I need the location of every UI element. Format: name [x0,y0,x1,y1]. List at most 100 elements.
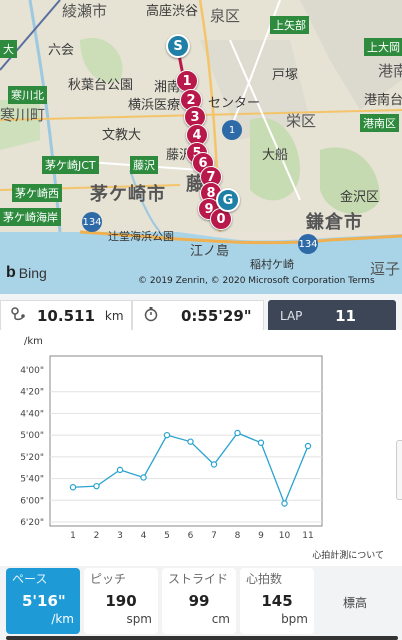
side-drawer-handle[interactable] [396,440,402,500]
pace-point [281,500,288,507]
y-tick-label: 5'40" [20,475,44,485]
route-map[interactable]: 綾瀬市 高座渋谷 泉区 上矢部 大 六会 戸塚 上大岡 港南 寒川北 秋葉台公園… [0,0,402,294]
y-tick-label: 4'00" [20,366,44,376]
pace-point [210,461,218,468]
stopwatch-icon [143,306,159,326]
label-minami: 港南 [378,62,402,80]
x-tick-label: 1 [70,531,76,541]
pace-point [93,482,100,490]
lap-label: LAP [280,309,303,323]
x-tick-label: 5 [164,531,170,541]
pace-point [304,442,312,450]
label-bunkyo: 文教大 [102,128,142,143]
x-tick-label: 9 [258,531,264,541]
label-inamura: 稲村ケ崎 [250,258,294,271]
y-tick-label: 4'20" [20,388,44,398]
pace-point [163,431,171,439]
x-tick-label: 6 [188,531,194,541]
map-copyright[interactable]: © 2019 Zenrin, © 2020 Microsoft Corporat… [138,276,375,286]
label-chigasaki-jct: 茅ケ崎JCT [42,156,99,174]
bing-logo-text: Bing [18,265,47,281]
label-takakura: 高座渋谷 [146,4,199,19]
time-stat: 0:55'29" [132,300,264,332]
y-tick-label: 5'00" [20,431,44,441]
tab-elevation-label: 標高 [342,596,367,610]
distance-value: 10.511 [37,307,95,325]
label-tsujido: 辻堂海浜公園 [108,230,174,243]
label-fujisawa-tag: 藤沢 [130,156,158,174]
y-tick-label: 4'40" [20,409,44,419]
distance-unit: km [104,309,124,323]
x-tick-label: 4 [141,531,147,541]
pace-point [116,466,124,474]
pace-point [257,439,265,446]
y-tick-label: 5'20" [20,453,44,463]
x-tick-label: 7 [211,531,217,541]
tab-heart-rate-value: 145 [261,592,293,610]
lap-value: 11 [335,307,356,325]
stats-row: 10.511 km 0:55'29" LAP 11 [0,300,402,334]
label-kamioka: 上大岡 [364,38,402,56]
tab-pace-value: 5'16" [22,592,66,610]
label-totsuka: 戸塚 [272,68,299,83]
tab-stride[interactable]: ストライド 99 cm [162,568,236,634]
tab-pace-label: ペース [12,572,48,586]
label-ooki: 大 [0,40,17,58]
y-tick-label: 6'20" [20,518,44,528]
x-tick-label: 8 [235,531,241,541]
metric-tabs: ペース 5'16" /km ピッチ 190 spm ストライド 99 cm 心拍… [0,568,402,636]
label-chigasaki-coast: 茅ケ崎海岸 [0,208,61,226]
pace-point [140,474,147,481]
pace-point [69,484,77,491]
tab-heart-rate-label: 心拍数 [246,572,283,586]
tab-pace-unit: /km [51,612,74,626]
x-tick-label: 11 [302,531,313,541]
label-akiba: 秋葉台公園 [68,78,134,93]
tab-stride-label: ストライド [168,572,229,586]
tab-stride-unit: cm [211,612,230,626]
time-value: 0:55'29" [181,307,252,325]
tab-pitch[interactable]: ピッチ 190 spm [84,568,158,634]
route-1-icon: 1 [222,120,242,140]
distance-stat: 10.511 km [0,300,132,332]
label-sakae: 栄区 [286,112,317,130]
label-kamiyabe: 上矢部 [270,16,309,34]
tab-pitch-label: ピッチ [90,572,127,586]
label-kanazawa: 金沢区 [340,190,380,205]
label-ayasekita: 寒川北 [8,86,47,104]
route-134-icon-2: 134 [298,234,318,254]
tab-pitch-value: 190 [105,592,137,610]
pace-chart[interactable]: /km 4'00" 4'20" 4'40" 5'00" 5'20" 5'40" 6'00" 6'… [0,330,402,566]
x-tick-label: 2 [94,531,100,541]
tab-elevation[interactable]: 標高 [318,568,392,634]
label-chigasaki-city: 茅ケ崎市 [90,184,166,205]
tab-stride-value: 99 [188,592,210,610]
lap-selector[interactable]: LAP 11 [268,300,396,332]
label-kamakura: 鎌倉市 [306,212,363,233]
label-mutsuai: 六会 [48,43,75,58]
route-134-icon: 134 [82,212,102,232]
label-ayase: 綾瀬市 [62,2,108,20]
label-minamidai: 港南台 [364,93,402,108]
bottom-edge-bar [6,636,398,640]
label-center: センター [208,96,261,111]
route-distance-icon [11,306,27,326]
heart-rate-info-link[interactable]: 心拍計測について [312,548,384,561]
tab-pace[interactable]: ペース 5'16" /km [6,568,80,634]
tab-heart-rate[interactable]: 心拍数 145 bpm [240,568,314,634]
label-yokohama: 横浜医療 [128,98,181,113]
start-marker[interactable]: S [166,34,190,58]
pace-chart-panel: /km 4'00" 4'20" 4'40" 5'00" 5'20" 5'40" 6'00" 6'… [0,330,402,566]
label-izumi: 泉区 [210,7,241,25]
label-enoshima: 江ノ島 [190,244,230,259]
pace-point [187,438,194,445]
y-tick-label: 6'00" [20,496,44,506]
x-tick-label: 3 [117,531,123,541]
goal-marker[interactable]: G [216,188,240,212]
tab-pitch-unit: spm [126,612,152,626]
label-oofuna: 大船 [262,148,289,163]
label-samukawa: 寒川町 [0,106,46,124]
label-chigasaki-nishi: 茅ケ崎西 [12,184,62,202]
tab-heart-rate-unit: bpm [281,612,308,626]
y-axis-label: /km [24,336,43,347]
